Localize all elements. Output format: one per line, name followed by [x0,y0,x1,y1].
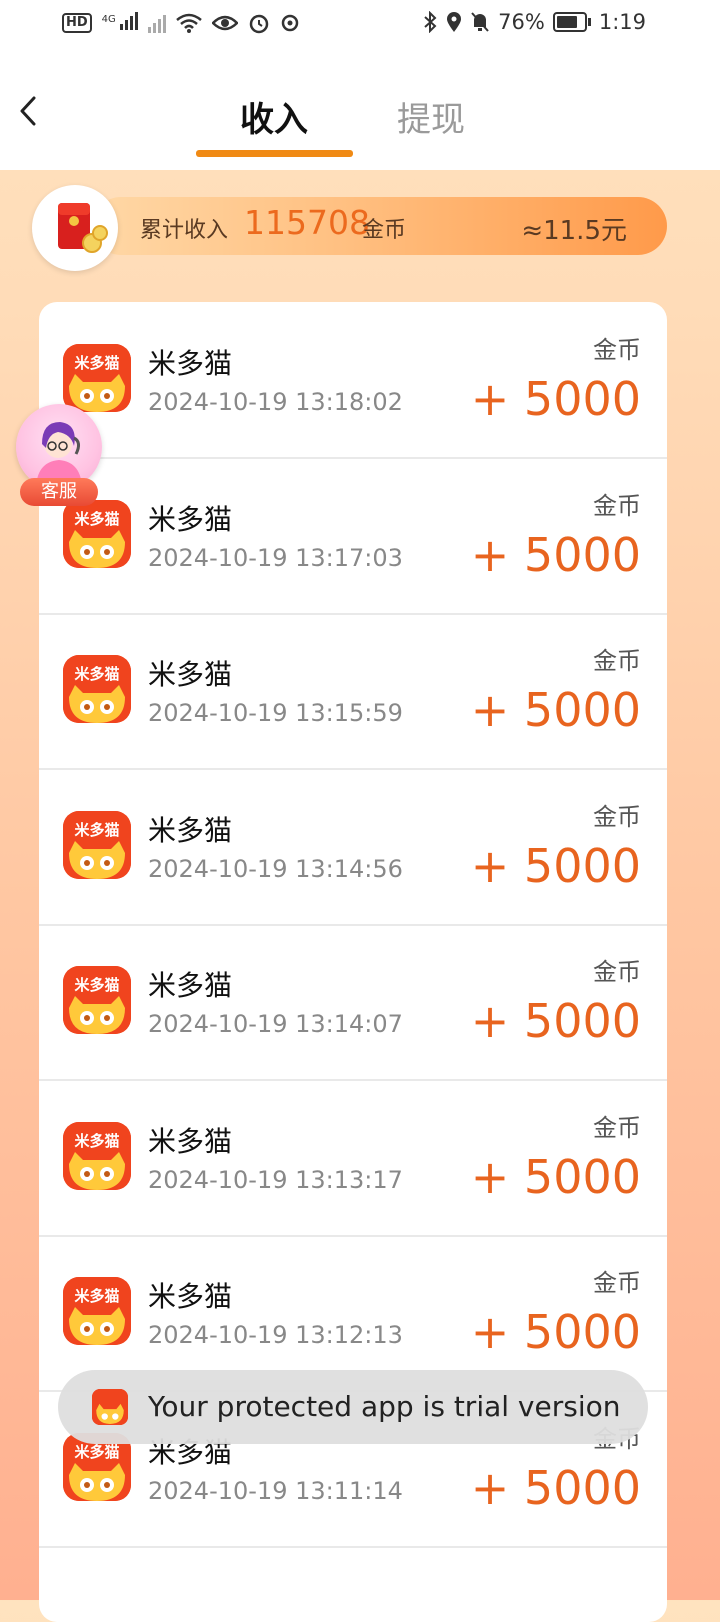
record-time: 2024-10-19 13:18:02 [148,388,403,416]
mi-duo-mao-app-icon: 米多猫 [63,1277,131,1345]
tab-withdraw[interactable]: 提现 [397,92,465,141]
mute-bell-icon [471,12,489,32]
record-app-name: 米多猫 [148,503,233,536]
mi-duo-mao-app-icon: 米多猫 [63,966,131,1034]
bluetooth-icon [424,11,437,33]
record-unit: 金币 [593,647,641,675]
record-time: 2024-10-19 13:15:59 [148,699,403,727]
back-arrow-icon[interactable] [14,96,44,126]
status-left: HD 4G [62,10,300,35]
record-amount: + 5000 [470,1305,641,1359]
income-record-row[interactable]: 米多猫 米多猫 2024-10-19 13:13:17 金币 + 5000 [39,1080,667,1237]
summary-rmb: ≈11.5元 [521,216,627,246]
record-unit: 金币 [593,803,641,831]
customer-service-button[interactable]: 客服 [16,404,102,506]
record-time: 2024-10-19 13:14:56 [148,855,403,883]
record-amount: + 5000 [470,994,641,1048]
signal-icon: 4G [102,10,139,35]
income-record-row[interactable]: 米多猫 米多猫 2024-10-19 13:15:59 金币 + 5000 [39,613,667,770]
location-icon [447,12,462,32]
app-icon-text: 米多猫 [74,976,119,994]
app-icon-text: 米多猫 [74,821,119,839]
customer-service-label: 客服 [20,478,98,506]
record-app-name: 米多猫 [148,1125,233,1158]
app-icon [92,1389,128,1425]
record-time: 2024-10-19 13:12:13 [148,1321,403,1349]
record-app-name: 米多猫 [148,969,233,1002]
app-icon-text: 米多猫 [74,354,119,372]
mi-duo-mao-app-icon: 米多猫 [63,1122,131,1190]
battery-icon [552,12,591,32]
record-app-name: 米多猫 [148,347,233,380]
status-right: 76% 1:19 [422,10,646,34]
battery-percent: 76% [498,10,545,34]
toast-message: Your protected app is trial version [58,1370,648,1444]
alarm-icon [250,14,269,33]
wifi-icon [176,13,203,33]
income-record-row[interactable]: 米多猫 米多猫 2024-10-19 13:18:02 金币 + 5000 [39,302,667,459]
income-record-row[interactable]: 米多猫 米多猫 2024-10-19 13:17:03 金币 + 5000 [39,458,667,615]
app-icon-text: 米多猫 [74,1132,119,1150]
record-unit: 金币 [593,1269,641,1297]
income-record-row[interactable]: 米多猫 米多猫 2024-10-19 13:14:07 金币 + 5000 [39,924,667,1081]
record-unit: 金币 [593,958,641,986]
mi-duo-mao-app-icon: 米多猫 [63,811,131,879]
record-app-name: 米多猫 [148,814,233,847]
record-time: 2024-10-19 13:13:17 [148,1166,403,1194]
app-icon-text: 米多猫 [74,510,119,528]
record-app-name: 米多猫 [148,1280,233,1313]
record-amount: + 5000 [470,1461,641,1515]
eye-icon [212,15,239,30]
app-icon-text: 米多猫 [74,665,119,683]
clock: 1:19 [598,10,646,34]
red-packet-icon [32,185,118,271]
income-record-row[interactable]: 米多猫 米多猫 2024-10-19 13:12:13 金币 + 5000 [39,1235,667,1392]
record-amount: + 5000 [470,528,641,582]
app-icon-text: 米多猫 [74,1287,119,1305]
summary-value: 115708 [244,203,370,242]
summary-unit: 金币 [362,218,407,243]
hd-icon: HD [62,12,92,33]
mi-duo-mao-app-icon: 米多猫 [63,344,131,412]
record-time: 2024-10-19 13:14:07 [148,1010,403,1038]
income-summary-banner: 累计收入 115708 金币 ≈11.5元 [92,197,667,255]
mi-duo-mao-app-icon: 米多猫 [63,500,131,568]
income-record-row[interactable]: 米多猫 米多猫 2024-10-19 13:14:56 金币 + 5000 [39,769,667,926]
summary-label: 累计收入 [140,218,229,243]
record-amount: + 5000 [470,372,641,426]
signal-2-icon [148,13,167,33]
record-unit: 金币 [593,492,641,520]
record-app-name: 米多猫 [148,658,233,691]
toast-text: Your protected app is trial version [148,1390,621,1423]
record-unit: 金币 [593,336,641,364]
app-icon-text: 米多猫 [74,1443,119,1461]
record-amount: + 5000 [470,683,641,737]
tab-income[interactable]: 收入 [240,92,308,141]
record-time: 2024-10-19 13:17:03 [148,544,403,572]
sync-icon [282,14,299,31]
record-time: 2024-10-19 13:11:14 [148,1477,403,1505]
record-unit: 金币 [593,1114,641,1142]
active-tab-indicator [196,150,353,157]
status-bar: HD 4G 76% 1:19 [0,0,720,48]
mi-duo-mao-app-icon: 米多猫 [63,655,131,723]
record-amount: + 5000 [470,1150,641,1204]
record-amount: + 5000 [470,839,641,893]
